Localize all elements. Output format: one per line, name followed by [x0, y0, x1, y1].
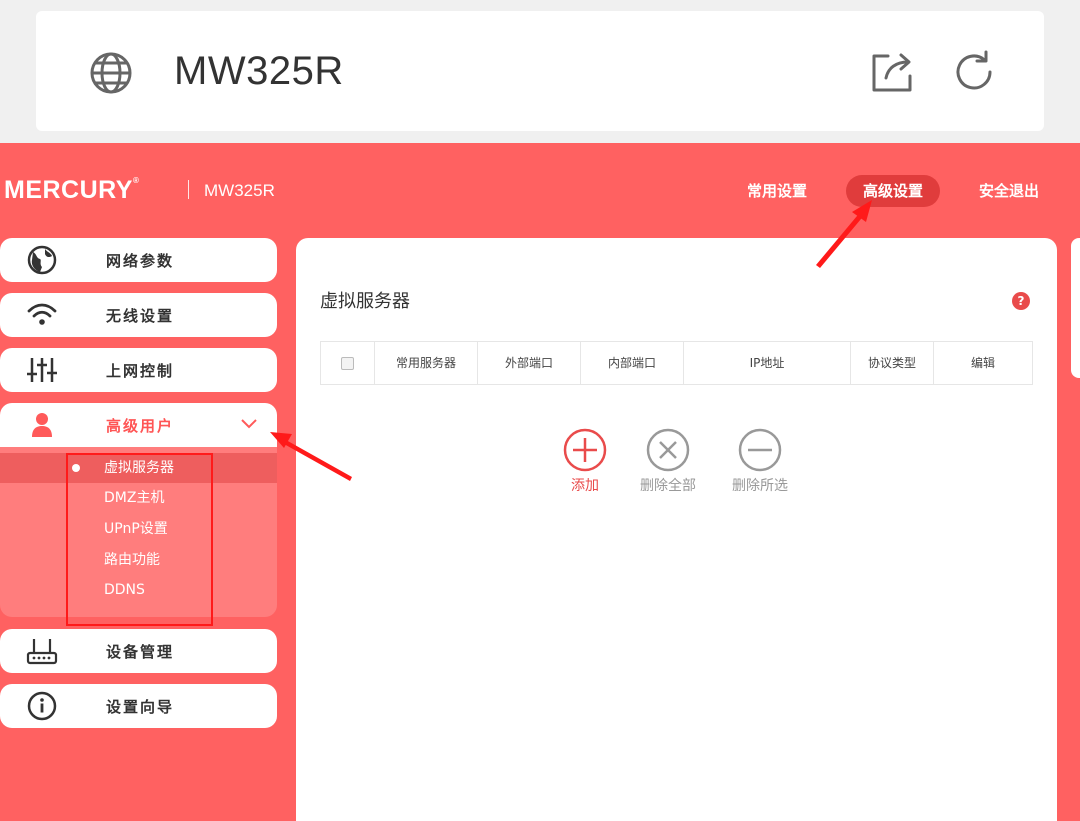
brand-logo: MERCURY®	[4, 176, 140, 204]
plus-circle-icon	[563, 428, 607, 472]
submenu-item-ddns[interactable]: DDNS	[0, 575, 277, 605]
reload-icon[interactable]	[950, 48, 998, 96]
column-header: IP地址	[684, 342, 851, 384]
submenu-item-virtual-server[interactable]: 虚拟服务器	[0, 453, 277, 483]
submenu-advanced-user: 虚拟服务器 DMZ主机 UPnP设置 路由功能 DDNS	[0, 447, 277, 617]
sidebar-item-label: 高级用户	[106, 417, 175, 435]
model-name: MW325R	[204, 181, 275, 200]
chevron-down-icon	[241, 419, 257, 429]
column-header: 编辑	[970, 356, 995, 370]
globe-icon	[90, 52, 132, 94]
sidebar-item-label: 设置向导	[106, 698, 175, 716]
delete-all-label: 删除全部	[640, 478, 696, 494]
main-panel: 虚拟服务器 ? 常用服务器 外部端口 内部端口 IP地址 协议类型 编辑 添加	[296, 238, 1057, 821]
column-header: 协议类型	[851, 342, 934, 384]
info-icon	[27, 691, 57, 721]
wifi-icon	[27, 303, 57, 325]
submenu-item-routing[interactable]: 路由功能	[0, 545, 277, 575]
sliders-icon	[27, 358, 57, 382]
help-icon[interactable]: ?	[1012, 292, 1030, 310]
sidebar-item-advanced-user[interactable]: 高级用户	[0, 403, 277, 447]
browser-area: MW325R	[0, 0, 1080, 143]
browser-address-bar: MW325R	[36, 11, 1044, 131]
submenu-item-dmz[interactable]: DMZ主机	[0, 483, 277, 513]
nav-advanced-settings[interactable]: 高级设置	[846, 175, 940, 207]
user-icon	[32, 413, 52, 437]
router-admin-app: MERCURY® MW325R 常用设置 高级设置 安全退出 网络参数 无线设置	[0, 143, 1080, 821]
x-circle-icon	[646, 428, 690, 472]
sidebar-item-setup-wizard[interactable]: 设置向导	[0, 684, 277, 728]
nav-common-settings[interactable]: 常用设置	[738, 175, 816, 207]
sidebar-item-label: 设备管理	[106, 643, 175, 661]
delete-all-button[interactable]: 删除全部	[628, 428, 708, 495]
select-all-checkbox[interactable]	[341, 357, 354, 370]
sidebar-item-label: 上网控制	[106, 362, 175, 380]
right-panel-edge	[1071, 238, 1080, 378]
sidebar-item-label: 无线设置	[106, 307, 175, 325]
column-header: 外部端口	[478, 342, 581, 384]
sidebar-item-internet-control[interactable]: 上网控制	[0, 348, 277, 392]
sidebar-item-device-management[interactable]: 设备管理	[0, 629, 277, 673]
sidebar-item-wireless[interactable]: 无线设置	[0, 293, 277, 337]
column-header: 常用服务器	[375, 342, 478, 384]
nav-logout[interactable]: 安全退出	[970, 175, 1048, 207]
delete-selected-label: 删除所选	[732, 478, 788, 494]
minus-circle-icon	[738, 428, 782, 472]
globe-icon	[27, 245, 57, 275]
delete-selected-button[interactable]: 删除所选	[720, 428, 800, 495]
add-label: 添加	[571, 478, 599, 494]
add-button[interactable]: 添加	[545, 428, 625, 495]
page-title: 虚拟服务器	[320, 291, 410, 312]
logo-divider	[188, 180, 189, 199]
active-dot	[72, 464, 80, 472]
column-header: 内部端口	[581, 342, 684, 384]
submenu-item-upnp[interactable]: UPnP设置	[0, 514, 277, 544]
router-icon	[26, 639, 58, 665]
share-icon[interactable]	[868, 48, 916, 96]
sidebar-item-network[interactable]: 网络参数	[0, 238, 277, 282]
sidebar-item-label: 网络参数	[106, 252, 175, 270]
table-header: 常用服务器 外部端口 内部端口 IP地址 协议类型 编辑	[320, 341, 1033, 385]
page-host: MW325R	[174, 49, 344, 93]
select-all-cell	[321, 342, 375, 384]
